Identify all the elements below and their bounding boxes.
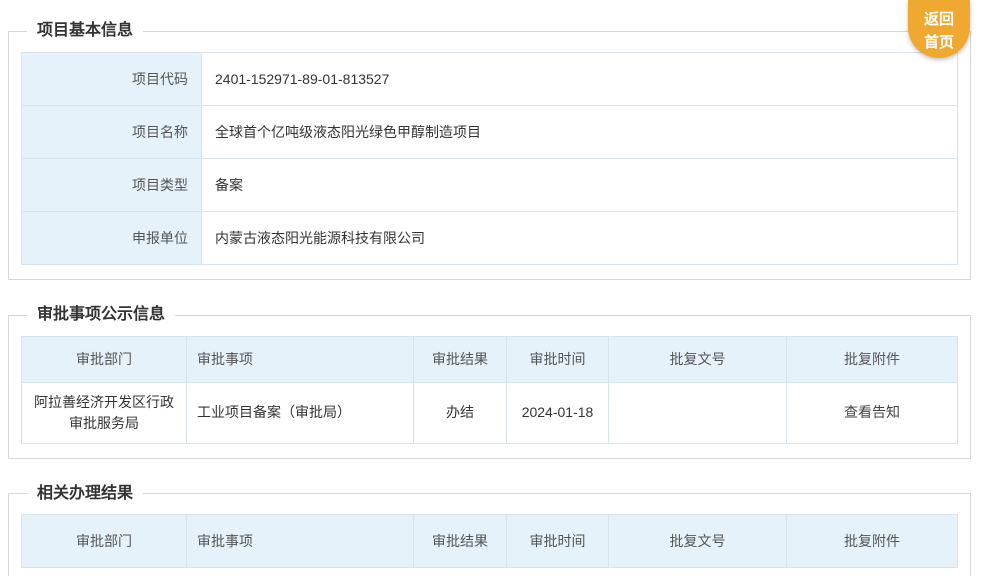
col-header-time: 审批时间: [506, 514, 609, 569]
table-header-row: 审批部门 审批事项 审批结果 审批时间 批复文号 批复附件: [21, 335, 958, 383]
page: 返回首页 项目基本信息 项目代码 2401-152971-89-01-81352…: [0, 0, 983, 576]
col-header-result: 审批结果: [413, 335, 507, 383]
cell-time: 2024-01-18: [506, 381, 609, 444]
col-header-time: 审批时间: [506, 335, 609, 383]
section-basic-info: 项目基本信息 项目代码 2401-152971-89-01-813527 项目名…: [8, 21, 971, 280]
cell-result: 办结: [413, 381, 507, 444]
table-row: 项目代码 2401-152971-89-01-813527: [21, 51, 958, 106]
table-row: 阿拉善经济开发区行政审批服务局 工业项目备案（审批局） 办结 2024-01-1…: [21, 381, 958, 444]
cell-department: 阿拉善经济开发区行政审批服务局: [21, 381, 187, 444]
col-header-department: 审批部门: [21, 514, 187, 569]
field-value-declaring-unit: 内蒙古液态阳光能源科技有限公司: [201, 210, 958, 265]
col-header-item: 审批事项: [186, 514, 414, 569]
table-header-row: 审批部门 审批事项 审批结果 审批时间 批复文号 批复附件: [21, 514, 958, 569]
table-row: 项目类型 备案: [21, 157, 958, 212]
basic-info-table: 项目代码 2401-152971-89-01-813527 项目名称 全球首个亿…: [21, 51, 958, 265]
field-value-project-code: 2401-152971-89-01-813527: [201, 51, 958, 106]
view-notice-link[interactable]: 查看告知: [844, 404, 900, 420]
field-value-project-name: 全球首个亿吨级液态阳光绿色甲醇制造项目: [201, 104, 958, 159]
section-title-basic-info: 项目基本信息: [37, 22, 134, 39]
field-label-project-name: 项目名称: [21, 104, 202, 159]
col-header-doc-no: 批复文号: [608, 335, 787, 383]
col-header-attachment: 批复附件: [786, 335, 958, 383]
field-label-project-code: 项目代码: [21, 51, 202, 106]
field-label-declaring-unit: 申报单位: [21, 210, 202, 265]
section-approval-info: 审批事项公示信息 审批部门 审批事项 审批结果 审批时间 批复文号 批复附件 阿…: [8, 304, 971, 459]
section-title-related-results: 相关办理结果: [37, 484, 134, 502]
col-header-doc-no: 批复文号: [608, 514, 787, 569]
field-label-project-type: 项目类型: [21, 157, 202, 212]
table-row: 项目名称 全球首个亿吨级液态阳光绿色甲醇制造项目: [21, 104, 958, 159]
cell-attachment: 查看告知: [786, 381, 958, 444]
table-row: 申报单位 内蒙古液态阳光能源科技有限公司: [21, 210, 958, 265]
section-related-results: 相关办理结果 审批部门 审批事项 审批结果 审批时间 批复文号 批复附件: [8, 483, 971, 576]
field-value-project-type: 备案: [201, 157, 958, 212]
cell-item: 工业项目备案（审批局）: [186, 381, 414, 444]
col-header-attachment: 批复附件: [786, 514, 958, 569]
col-header-result: 审批结果: [413, 514, 507, 569]
related-results-table: 审批部门 审批事项 审批结果 审批时间 批复文号 批复附件: [21, 514, 958, 569]
col-header-item: 审批事项: [186, 335, 414, 383]
section-title-approval-info: 审批事项公示信息: [37, 305, 166, 323]
cell-doc-no: [608, 381, 787, 444]
approval-info-table: 审批部门 审批事项 审批结果 审批时间 批复文号 批复附件 阿拉善经济开发区行政…: [21, 335, 958, 444]
col-header-department: 审批部门: [21, 335, 187, 383]
